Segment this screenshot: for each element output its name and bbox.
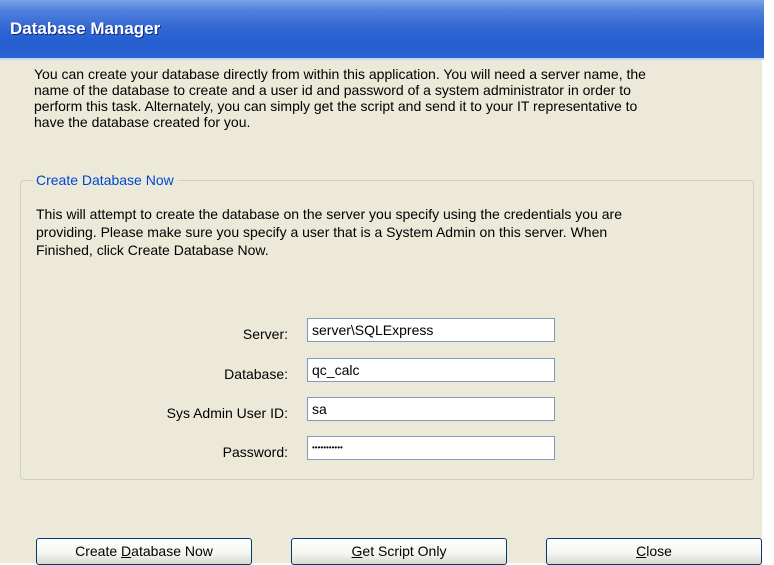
userid-input[interactable]: sa <box>307 397 555 421</box>
database-manager-window: Database Manager You can create your dat… <box>0 0 764 565</box>
password-label: Password: <box>222 444 288 460</box>
window-title: Database Manager <box>10 19 161 38</box>
database-input-value: qc_calc <box>312 362 360 378</box>
server-input-value: server\SQLExpress <box>312 322 434 338</box>
database-label: Database: <box>224 366 288 382</box>
server-label: Server: <box>242 326 288 342</box>
password-input[interactable]: ••••••••••• <box>307 436 555 460</box>
userid-input-value: sa <box>312 401 327 417</box>
groupbox-legend: Create Database Now <box>33 172 177 188</box>
close-button-mnemonic: C <box>636 543 647 559</box>
title-bar-divider <box>0 58 764 60</box>
create-button-label-start: Create <box>75 543 122 559</box>
script-button-mnemonic: G <box>351 543 363 559</box>
get-script-only-button[interactable]: Get Script Only <box>291 538 507 565</box>
intro-text: You can create your database directly fr… <box>34 66 646 130</box>
close-button[interactable]: Close <box>546 538 762 565</box>
database-input[interactable]: qc_calc <box>307 358 555 382</box>
title-bar[interactable]: Database Manager <box>0 0 764 60</box>
create-button-label-end: atabase Now <box>131 543 213 559</box>
create-database-now-button[interactable]: Create Database Now <box>36 538 252 565</box>
script-button-label-end: et Script Only <box>362 543 447 559</box>
group-description: This will attempt to create the database… <box>36 206 622 258</box>
close-button-label-end: lose <box>646 543 672 559</box>
userid-label: Sys Admin User ID: <box>166 405 288 421</box>
password-input-value: ••••••••••• <box>312 443 343 452</box>
server-input[interactable]: server\SQLExpress <box>307 318 555 342</box>
create-button-mnemonic: D <box>121 543 132 559</box>
